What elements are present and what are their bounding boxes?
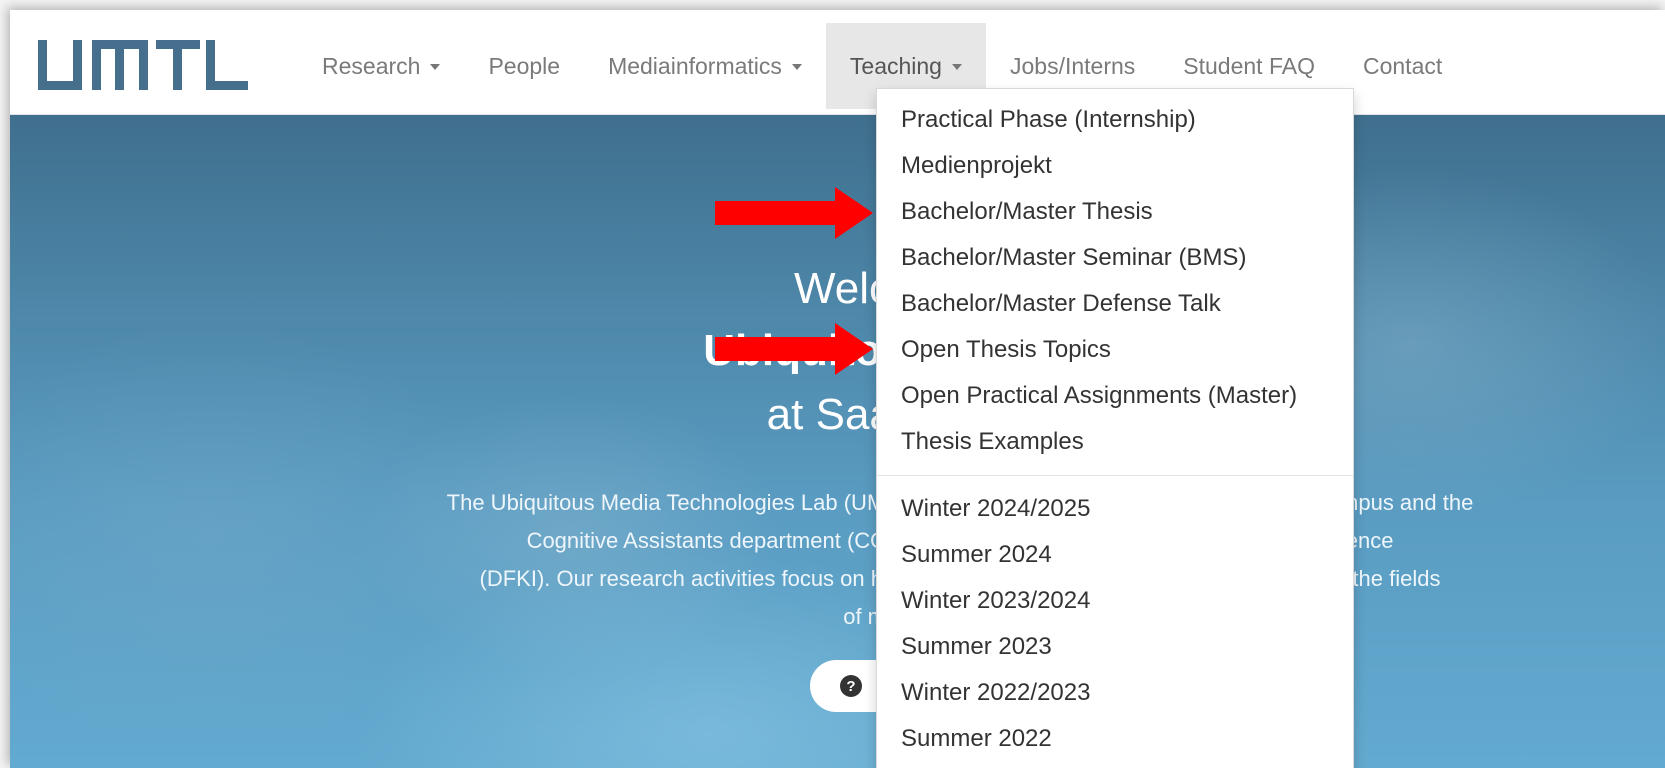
nav-people-label: People [488, 52, 561, 79]
hero-title-line3: at Saarl [766, 390, 919, 439]
nav-people[interactable]: People [464, 23, 584, 109]
hero-title-line1: Welc [794, 264, 891, 313]
nav-mediainformatics-label: Mediainformatics [608, 52, 782, 79]
menu-item-bms[interactable]: Bachelor/Master Seminar (BMS) [877, 235, 1353, 281]
menu-item-open-practical-assignments[interactable]: Open Practical Assignments (Master) [877, 373, 1353, 419]
nav-teaching-label: Teaching [849, 52, 942, 79]
menu-item-open-thesis-topics[interactable]: Open Thesis Topics [877, 327, 1353, 373]
caret-down-icon [430, 64, 441, 70]
menu-item-bachelor-master-thesis[interactable]: Bachelor/Master Thesis [877, 189, 1353, 235]
help-circle-icon: ? [840, 675, 862, 697]
menu-item-summer-2022[interactable]: Summer 2022 [877, 716, 1353, 762]
nav-mediainformatics[interactable]: Mediainformatics [584, 23, 826, 109]
menu-item-medienprojekt[interactable]: Medienprojekt [877, 143, 1353, 189]
caret-down-icon [951, 64, 962, 70]
red-arrow-annotation [715, 323, 873, 375]
caret-down-icon [791, 64, 802, 70]
nav-contact-label: Contact [1362, 52, 1443, 79]
navbar: Research People Mediainformatics Teachin… [10, 10, 1665, 115]
nav-jobs-interns-label: Jobs/Interns [1009, 52, 1136, 79]
menu-item-winter-2024-2025[interactable]: Winter 2024/2025 [877, 486, 1353, 532]
menu-item-winter-2023-2024[interactable]: Winter 2023/2024 [877, 578, 1353, 624]
teaching-dropdown-menu: Practical Phase (Internship) Medienproje… [876, 88, 1354, 768]
menu-item-thesis-examples[interactable]: Thesis Examples [877, 419, 1353, 465]
nav-contact[interactable]: Contact [1339, 23, 1466, 109]
menu-item-summer-2023[interactable]: Summer 2023 [877, 624, 1353, 670]
umtl-logo[interactable] [38, 40, 248, 90]
menu-divider [877, 475, 1353, 476]
menu-item-practical-phase[interactable]: Practical Phase (Internship) [877, 97, 1353, 143]
browser-viewport: Research People Mediainformatics Teachin… [10, 10, 1665, 768]
nav-research-label: Research [322, 52, 421, 79]
nav-research[interactable]: Research [298, 23, 464, 109]
nav-student-faq-label: Student FAQ [1183, 52, 1315, 79]
menu-item-winter-2022-2023[interactable]: Winter 2022/2023 [877, 670, 1353, 716]
menu-item-summer-2024[interactable]: Summer 2024 [877, 532, 1353, 578]
menu-item-defense-talk[interactable]: Bachelor/Master Defense Talk [877, 281, 1353, 327]
red-arrow-annotation [715, 187, 873, 239]
